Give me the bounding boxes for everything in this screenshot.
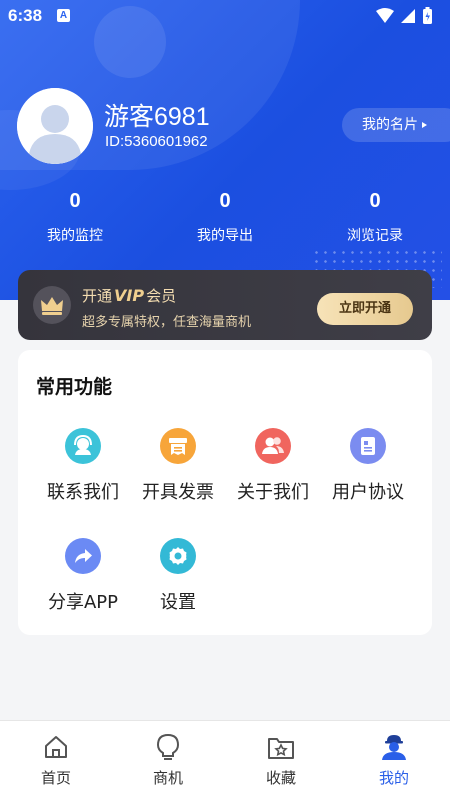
- signal-icon: [401, 9, 415, 23]
- home-icon: [45, 736, 67, 758]
- function-label: 联系我们: [47, 482, 119, 503]
- function-label: 分享APP: [47, 592, 119, 613]
- invoice-icon: [160, 428, 196, 464]
- folder-star-icon: [268, 738, 294, 759]
- stat-history[interactable]: 0 浏览记录: [300, 190, 450, 245]
- bottom-navigation: 首页 商机 收藏 我的: [0, 720, 450, 800]
- function-label: 关于我们: [237, 482, 309, 503]
- tab-label: 收藏: [265, 769, 296, 787]
- vip-banner[interactable]: 开通 VIP 会员 超多专属特权，任查海量商机 立即开通: [18, 270, 432, 340]
- status-time: 6:38: [8, 6, 43, 25]
- stat-label: 我的导出: [197, 228, 253, 244]
- function-label: 设置: [160, 592, 196, 613]
- default-avatar-icon: [17, 88, 93, 164]
- customer-service-icon: [65, 428, 101, 464]
- tab-label: 商机: [152, 769, 183, 787]
- stat-monitor[interactable]: 0 我的监控: [0, 190, 150, 245]
- tab-label: 首页: [40, 769, 71, 787]
- user-id: ID:5360601962: [105, 133, 208, 150]
- function-contact-us[interactable]: 联系我们: [33, 428, 133, 504]
- agreement-icon: [350, 428, 386, 464]
- vip-subtitle: 超多专属特权，任查海量商机: [82, 315, 252, 330]
- tab-label: 我的: [378, 769, 409, 787]
- function-user-agreement[interactable]: 用户协议: [318, 428, 418, 504]
- stat-value: 0: [69, 190, 81, 212]
- vip-title-suffix: 会员: [146, 287, 177, 305]
- notification-icon: A: [57, 9, 70, 22]
- settings-icon: [160, 538, 196, 574]
- vip-open-button[interactable]: 立即开通: [317, 293, 413, 325]
- my-card-button[interactable]: 我的名片: [342, 108, 450, 142]
- vip-title-vip: VIP: [114, 286, 145, 305]
- stat-label: 浏览记录: [347, 228, 403, 244]
- vip-title: 开通 VIP 会员: [82, 285, 176, 306]
- function-invoice[interactable]: 开具发票: [128, 428, 228, 504]
- stat-label: 我的监控: [47, 228, 103, 244]
- function-settings[interactable]: 设置: [128, 538, 228, 614]
- functions-title: 常用功能: [36, 376, 113, 398]
- stat-value: 0: [219, 190, 231, 212]
- profile-icon: [382, 735, 406, 760]
- username: 游客6981: [104, 103, 210, 131]
- stat-value: 0: [369, 190, 381, 212]
- lightbulb-icon: [156, 733, 180, 760]
- function-label: 用户协议: [332, 482, 404, 503]
- avatar[interactable]: [17, 88, 93, 164]
- tab-opportunities[interactable]: 商机: [112, 733, 224, 788]
- my-card-label: 我的名片: [362, 117, 418, 133]
- common-functions-card: 常用功能 联系我们 开具发票 关于我们 用户协议 分享APP 设置: [18, 350, 432, 635]
- stat-export[interactable]: 0 我的导出: [150, 190, 300, 245]
- system-status-icons: [376, 7, 432, 24]
- tab-mine[interactable]: 我的: [338, 733, 450, 788]
- tab-home[interactable]: 首页: [0, 733, 112, 788]
- vip-title-prefix: 开通: [82, 287, 113, 305]
- crown-icon: [33, 286, 71, 324]
- users-icon: [255, 428, 291, 464]
- function-label: 开具发票: [142, 482, 214, 503]
- tab-favorites[interactable]: 收藏: [225, 733, 337, 788]
- status-bar: 6:38 A: [0, 0, 450, 32]
- wifi-icon: [376, 8, 394, 23]
- caret-right-icon: [422, 122, 427, 128]
- share-icon: [65, 538, 101, 574]
- function-share-app[interactable]: 分享APP: [33, 538, 133, 614]
- function-about-us[interactable]: 关于我们: [223, 428, 323, 504]
